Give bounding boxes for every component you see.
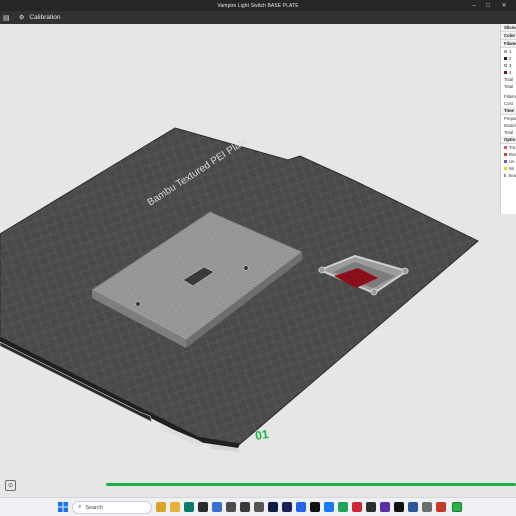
camera-icon: ⊙ (7, 483, 14, 489)
pinterest-icon[interactable] (352, 502, 362, 512)
tab-label: Calibration (29, 14, 61, 21)
messenger-icon[interactable] (324, 502, 334, 512)
close-icon[interactable]: ✕ (498, 0, 510, 11)
time-header: Time (501, 107, 516, 115)
x-icon[interactable] (310, 502, 320, 512)
camera-app-icon[interactable] (254, 502, 264, 512)
total-time-label: Total (504, 130, 514, 135)
option-travel[interactable]: Tra (501, 144, 516, 151)
filament-swatch (504, 57, 507, 60)
xbox-icon[interactable] (338, 502, 348, 512)
prepare-time-label: Prepar (504, 116, 516, 121)
option-wipe[interactable]: Wi (501, 165, 516, 172)
search-placeholder: Search (85, 504, 103, 511)
premiere-icon[interactable] (282, 502, 292, 512)
filament-swatch (504, 71, 507, 74)
menu-icon: ▤ (3, 14, 10, 22)
option-unretract[interactable]: Un (501, 158, 516, 165)
cost-label: Cost (504, 101, 513, 106)
pdf-icon[interactable] (436, 502, 446, 512)
window-title: Vampire Light Switch BASE PLATE (217, 2, 299, 9)
option-seams[interactable]: Sea (501, 172, 516, 179)
filament-swatch (504, 64, 507, 67)
photoshop-icon[interactable] (268, 502, 278, 512)
build-plate-scene: Bambu Textured PEI Plate 01 (0, 127, 479, 452)
taskbar-search[interactable]: ⌕ Search (72, 501, 152, 514)
option-swatch (504, 146, 507, 149)
cad-icon[interactable] (366, 502, 376, 512)
file-explorer-icon[interactable] (156, 502, 166, 512)
plate-number: 01 (254, 427, 270, 443)
edge-browser-icon[interactable] (184, 502, 194, 512)
mail-icon[interactable] (212, 502, 222, 512)
option-swatch (504, 153, 507, 156)
tab-bar: ▤ ⚙ Calibration (0, 11, 516, 24)
bambu-studio-icon[interactable] (394, 502, 404, 512)
progress-fill (106, 483, 516, 486)
filament-row-2: 2 (501, 55, 516, 62)
slicing-progress-bar (106, 483, 516, 486)
options-header: Optio (501, 136, 516, 144)
app-icon[interactable] (226, 502, 236, 512)
maximize-icon[interactable]: □ (482, 0, 494, 11)
terminal-icon[interactable] (198, 502, 208, 512)
camera-view-button[interactable]: ⊙ (5, 480, 16, 491)
option-swatch (504, 167, 507, 170)
tab-calibration[interactable]: ⚙ Calibration (13, 11, 66, 24)
settings-icon[interactable] (422, 502, 432, 512)
option-retract[interactable]: Ret (501, 151, 516, 158)
facebook-icon[interactable] (296, 502, 306, 512)
filament-row-1: 1 (501, 48, 516, 55)
app-window: Vampire Light Switch BASE PLATE – □ ✕ ▤ … (0, 0, 516, 516)
filament-total-label: Filame (504, 94, 516, 99)
filament-swatch (504, 50, 507, 53)
filament-header: Filament (501, 40, 516, 48)
model-time-label: Model (504, 123, 516, 128)
tab-menu[interactable]: ▤ (0, 11, 13, 24)
slice-info-panel: Slicing Color Filament 1 2 3 4 Total Tot… (500, 24, 516, 214)
search-icon: ⌕ (78, 504, 82, 510)
word-icon[interactable] (408, 502, 418, 512)
taskbar: ⌕ Search (0, 497, 516, 516)
option-swatch (504, 174, 507, 177)
bambu-handy-icon[interactable] (452, 502, 462, 512)
option-swatch (504, 160, 507, 163)
slicing-header: Slicing (501, 24, 516, 32)
media-icon[interactable] (240, 502, 250, 512)
total-row: Total (504, 77, 514, 82)
total-row: Total (504, 84, 514, 89)
slack-icon[interactable] (380, 502, 390, 512)
filament-row-3: 3 (501, 62, 516, 69)
title-bar: Vampire Light Switch BASE PLATE – □ ✕ (0, 0, 516, 11)
minimize-icon[interactable]: – (468, 0, 480, 11)
windows-start-icon[interactable] (58, 502, 68, 512)
folder-icon[interactable] (170, 502, 180, 512)
3d-viewport[interactable]: Bambu Textured PEI Plate 01 (0, 24, 500, 492)
calibration-icon: ⚙ (19, 15, 25, 21)
color-header: Color (501, 32, 516, 40)
filament-row-4: 4 (501, 69, 516, 76)
